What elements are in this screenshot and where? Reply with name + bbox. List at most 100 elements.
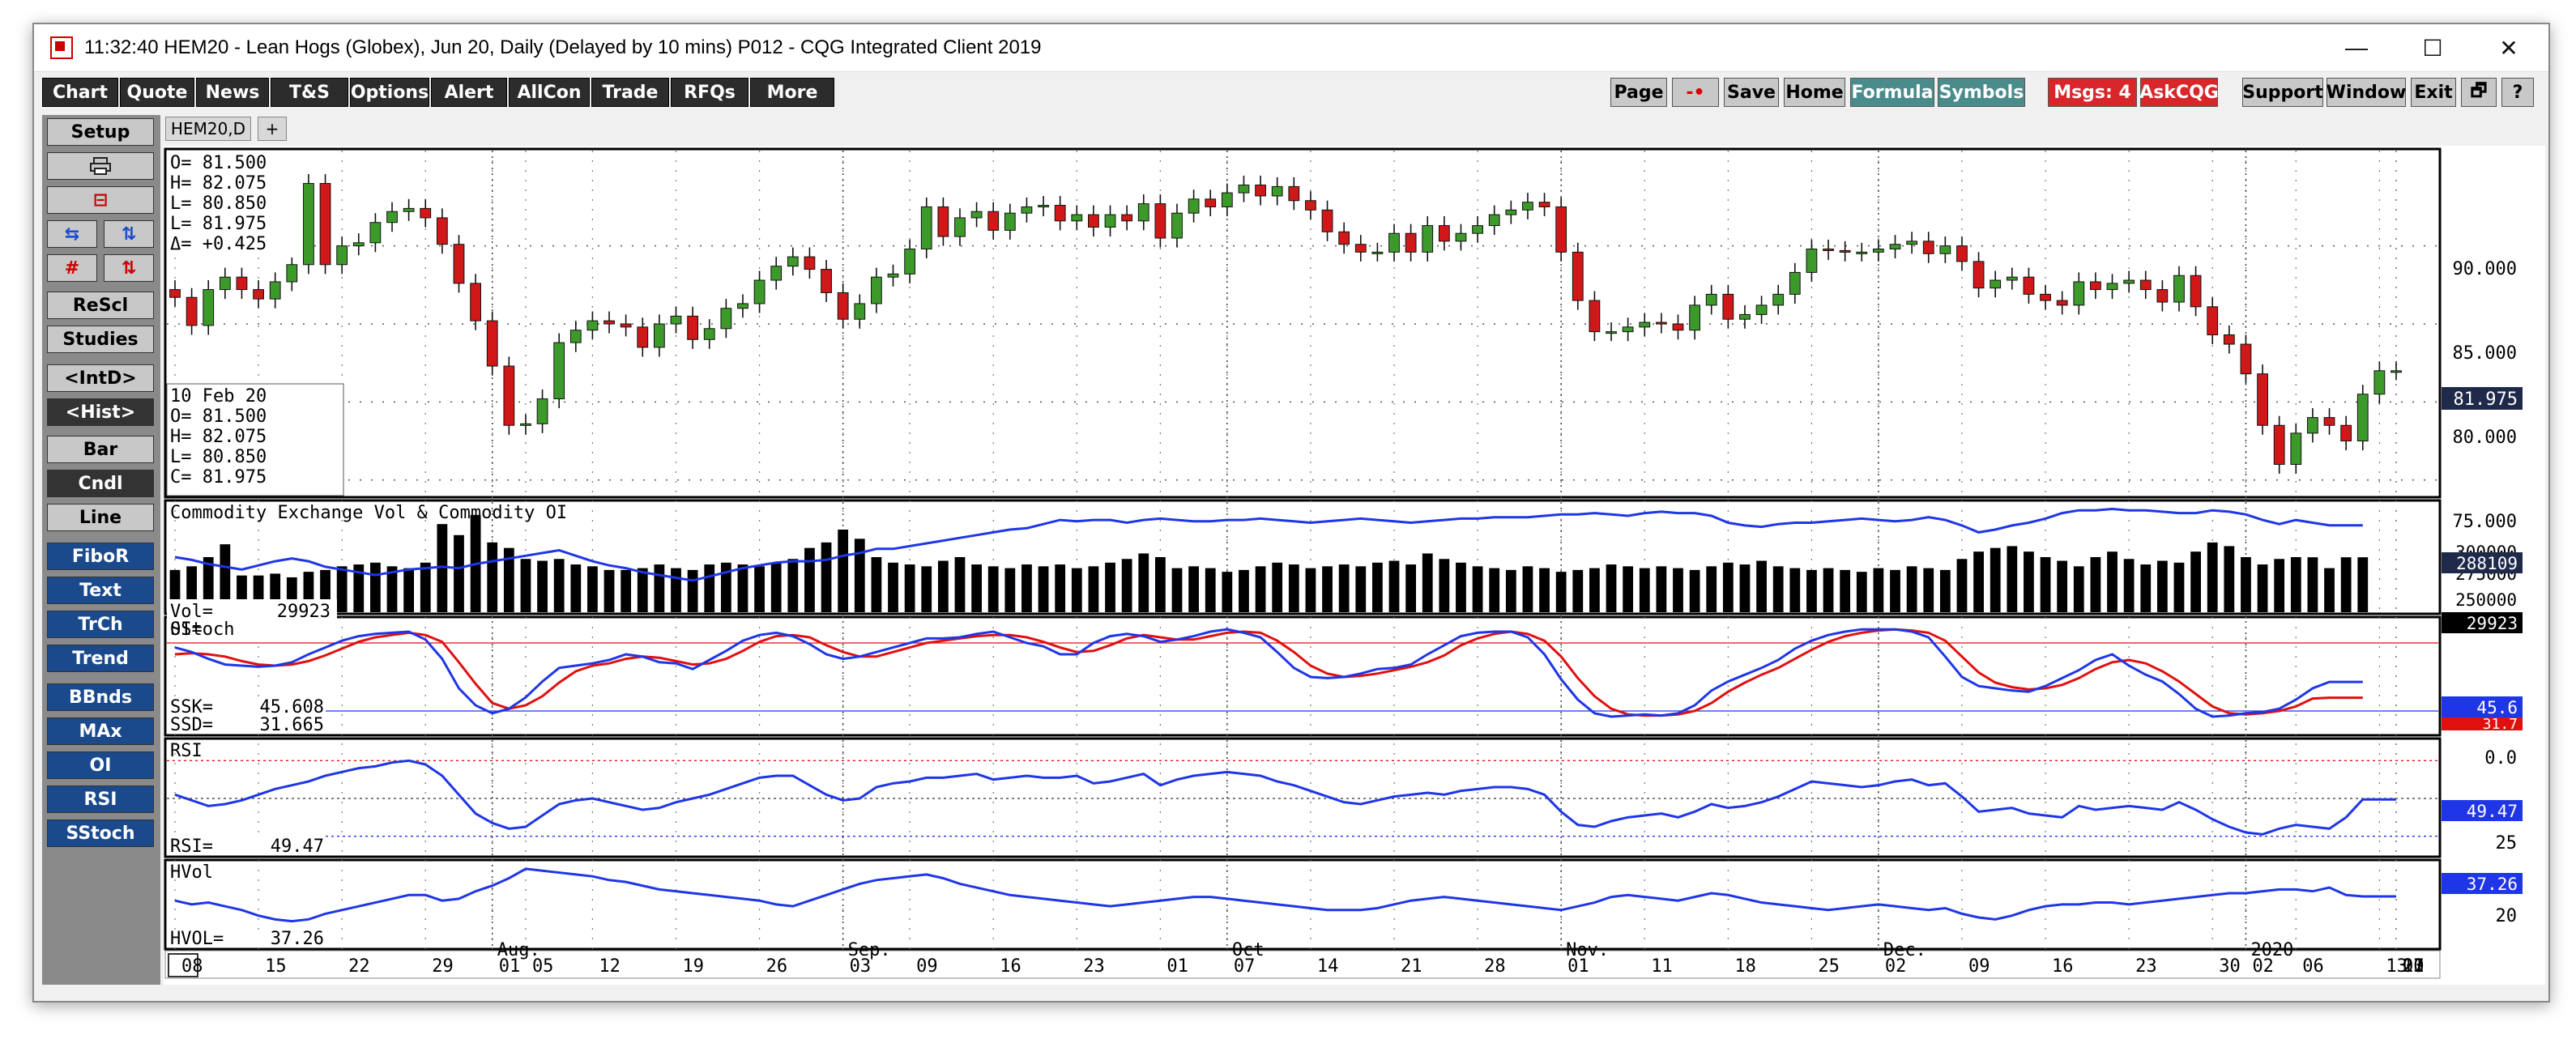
volume-bar (1673, 568, 1683, 612)
rsi-button[interactable]: RSI (47, 785, 154, 813)
volume-bar (1823, 568, 1834, 612)
add-tab-button[interactable]: + (258, 117, 287, 141)
bar-chart-button[interactable]: Bar (47, 436, 154, 463)
candle-body (1221, 192, 1233, 207)
chart-area[interactable]: O= 81.500 H= 82.075 L= 80.850 L= 81.975 … (164, 146, 2545, 985)
oi-tick-250000: 250000 (2455, 590, 2517, 610)
volume-bar (1121, 559, 1132, 612)
oi-button[interactable]: OI (47, 751, 154, 779)
volume-bar (704, 564, 715, 612)
sstoch-button[interactable]: SStoch (47, 820, 154, 847)
volume-bar (854, 539, 865, 612)
sstoch-pane (164, 615, 2442, 737)
volume-bar (1255, 566, 1266, 612)
candle-body (536, 398, 548, 424)
time-axis-day-label: 28 (1484, 956, 1506, 977)
menu-ts[interactable]: T&S (271, 78, 348, 107)
volume-bar (487, 542, 498, 612)
candle-body (737, 303, 748, 309)
help-button[interactable]: ? (2501, 78, 2534, 107)
setup-button[interactable]: Setup (47, 118, 154, 146)
grid-right-button[interactable]: ⇅ (104, 254, 154, 282)
symbols-button[interactable]: Symbols (1938, 78, 2025, 107)
candle-body (1488, 214, 1500, 227)
close-button[interactable]: ✕ (2471, 24, 2547, 71)
menu-more[interactable]: More (750, 78, 834, 107)
askcqg-button[interactable]: AskCQG (2139, 78, 2219, 107)
home-button[interactable]: Home (1784, 78, 1845, 107)
price-tick-85: 85.000 (2453, 343, 2517, 364)
application-window: 11:32:40 HEM20 - Lean Hogs (Globex), Jun… (32, 23, 2550, 1003)
swap-left-button[interactable]: ⇆ (47, 220, 97, 248)
messages-button[interactable]: Msgs: 4 (2048, 78, 2137, 107)
fibor-button[interactable]: FiboR (47, 543, 154, 570)
menu-chart[interactable]: Chart (42, 78, 118, 107)
candle-body (1422, 225, 1434, 253)
rsi-value: 49.47 (271, 837, 324, 857)
excel-button[interactable]: ⊟ (47, 186, 154, 214)
restore-button[interactable]: 🗗 (2461, 78, 2497, 107)
ma-button[interactable]: MAx (47, 717, 154, 745)
print-button[interactable] (47, 152, 154, 180)
volume-bar (1021, 564, 1032, 612)
menu-news[interactable]: News (196, 78, 269, 107)
menu-trade[interactable]: Trade (591, 78, 669, 107)
candle-body (1088, 214, 1099, 228)
candle-body (770, 266, 783, 281)
candle-body (1238, 184, 1250, 194)
candle-body (1137, 203, 1149, 222)
menu-options[interactable]: Options (350, 78, 429, 107)
arrow-button[interactable]: -• (1672, 78, 1719, 107)
intraday-button[interactable]: <IntD> (47, 364, 154, 392)
volume-bar (1789, 568, 1801, 612)
trch-button[interactable]: TrCh (47, 611, 154, 638)
volume-bar (1004, 568, 1016, 612)
line-chart-button[interactable]: Line (47, 504, 154, 531)
time-axis-day-label: 26 (766, 956, 788, 977)
volume-bar (1890, 569, 1900, 612)
maximize-button[interactable]: ☐ (2395, 24, 2471, 71)
menu-rfqs[interactable]: RFQs (671, 78, 748, 107)
candle-body (871, 276, 882, 304)
trend-button[interactable]: Trend (47, 645, 154, 672)
candle-chart-button[interactable]: Cndl (47, 470, 154, 497)
menu-allcon[interactable]: AllCon (509, 78, 590, 107)
volume-bar (2274, 559, 2285, 612)
volume-bar (603, 569, 615, 612)
volume-bar (637, 568, 648, 612)
menu-alert[interactable]: Alert (431, 78, 507, 107)
swap-right-button[interactable]: ⇅ (104, 220, 154, 248)
studies-button[interactable]: Studies (47, 326, 154, 353)
info-low: L= 80.850 (170, 194, 267, 214)
candle-body (2307, 417, 2318, 434)
exit-button[interactable]: Exit (2411, 78, 2456, 107)
menu-quote[interactable]: Quote (120, 78, 194, 107)
candle-body (937, 206, 949, 237)
grid-left-button[interactable]: # (47, 254, 97, 282)
volume-bar (2190, 551, 2201, 612)
rsi-label: RSI= (170, 837, 213, 857)
bbands-button[interactable]: BBnds (47, 683, 154, 711)
volume-bar (553, 559, 565, 612)
historical-button[interactable]: <Hist> (47, 398, 154, 426)
candle-body (687, 315, 699, 340)
candle-body (219, 276, 231, 291)
formula-button[interactable]: Formula (1850, 78, 1934, 107)
save-button[interactable]: Save (1724, 78, 1779, 107)
month-label: Nov. (1566, 940, 1609, 960)
rescale-button[interactable]: ReScl (47, 292, 154, 319)
page-button[interactable]: Page (1610, 78, 1667, 107)
volume-bar (420, 562, 431, 612)
candle (553, 333, 565, 409)
volume-bar (871, 557, 882, 612)
window-button[interactable]: Window (2327, 78, 2406, 107)
tab-hem20-daily[interactable]: HEM20,D (165, 117, 251, 141)
swap-arrows-icon: ⇆ (64, 224, 80, 245)
volume-bar (1656, 566, 1667, 612)
support-button[interactable]: Support (2242, 78, 2323, 107)
volume-bar (1873, 568, 1884, 612)
candle-body (1288, 185, 1300, 202)
minimize-button[interactable]: — (2318, 24, 2395, 71)
candle-body (1872, 248, 1884, 253)
text-tool-button[interactable]: Text (47, 577, 154, 604)
